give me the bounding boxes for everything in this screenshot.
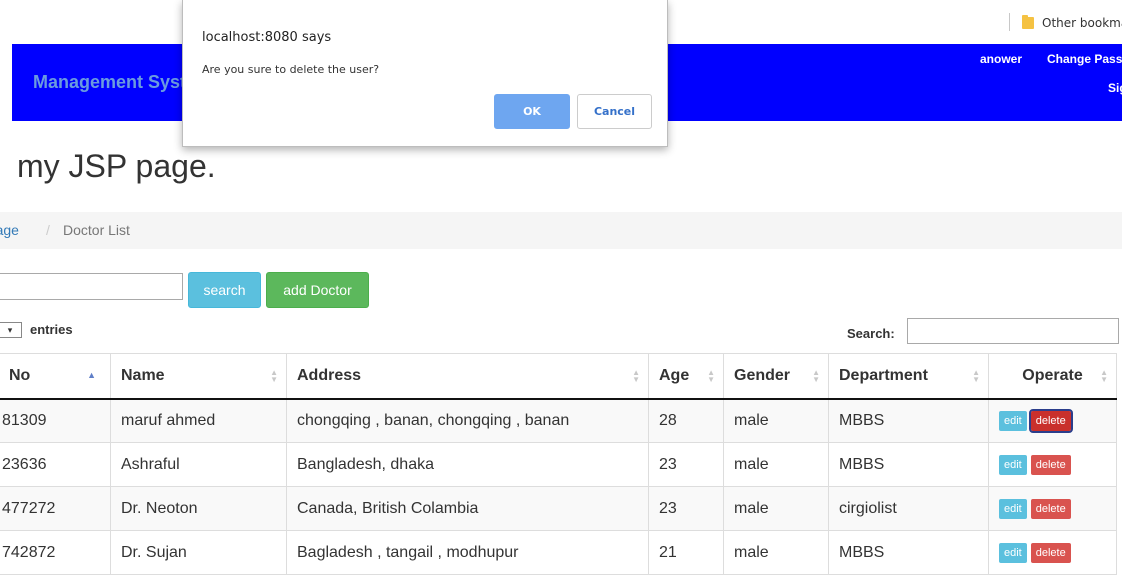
sort-icon: ▲ ▼ (632, 368, 640, 384)
cell-name: maruf ahmed (110, 398, 287, 443)
edit-button[interactable]: edit (999, 542, 1027, 563)
search-button[interactable]: search (188, 272, 261, 308)
cell-no: 477272 (0, 486, 111, 531)
dialog-cancel-button[interactable]: Cancel (577, 94, 652, 129)
add-doctor-button[interactable]: add Doctor (266, 272, 369, 308)
cell-address: Bangladesh, dhaka (286, 442, 649, 487)
table-row: 81309 maruf ahmed chongqing , banan, cho… (0, 398, 1117, 443)
dialog-ok-button[interactable]: OK (494, 94, 570, 129)
dialog-title: localhost:8080 says (202, 30, 332, 45)
breadcrumb-current: Doctor List (63, 222, 130, 238)
column-header-age[interactable]: Age ▲ ▼ (648, 353, 724, 400)
cell-operate: edit delete (988, 530, 1117, 575)
column-header-no[interactable]: No ▲ (0, 353, 111, 400)
confirm-dialog: localhost:8080 says Are you sure to dele… (182, 0, 668, 147)
folder-icon (1022, 15, 1034, 29)
bookmark-other[interactable]: Other bookmarks (1022, 15, 1122, 30)
cell-name: Ashraful (110, 442, 287, 487)
sort-icon: ▲ ▼ (972, 368, 980, 384)
nav-change-password[interactable]: Change Password (1047, 52, 1122, 66)
cell-operate: edit delete (988, 442, 1117, 487)
breadcrumb-home-link[interactable]: Home Page (0, 222, 19, 238)
cell-address: Canada, British Colambia (286, 486, 649, 531)
cell-age: 23 (648, 486, 724, 531)
sort-asc-icon: ▲ (87, 370, 96, 380)
cell-age: 23 (648, 442, 724, 487)
delete-button[interactable]: delete (1030, 542, 1071, 563)
cell-no: 81309 (0, 398, 111, 443)
doctor-table: No ▲ Name ▲ ▼ Address ▲ ▼ Age ▲ ▼ Gender ▲ ▼ Depa… (0, 353, 1117, 575)
edit-button[interactable]: edit (999, 498, 1027, 519)
dialog-message: Are you sure to delete the user? (202, 63, 380, 76)
column-header-department[interactable]: Department ▲ ▼ (828, 353, 989, 400)
column-header-name[interactable]: Name ▲ ▼ (110, 353, 287, 400)
cell-gender: male (723, 530, 829, 575)
cell-gender: male (723, 442, 829, 487)
entries-length-select[interactable]: ▾ (0, 322, 22, 338)
cell-gender: male (723, 398, 829, 443)
page-title: my JSP page. (17, 148, 216, 184)
bookmarks-separator (1009, 13, 1010, 31)
cell-department: MBBS (828, 530, 989, 575)
breadcrumb: Home Page / Doctor List (0, 212, 1122, 249)
nav-username[interactable]: anower (980, 52, 1022, 66)
column-header-gender[interactable]: Gender ▲ ▼ (723, 353, 829, 400)
doctor-search-input[interactable] (0, 273, 183, 300)
edit-button[interactable]: edit (999, 454, 1027, 475)
cell-operate: edit delete (988, 486, 1117, 531)
delete-button[interactable]: delete (1030, 498, 1071, 519)
edit-button[interactable]: edit (999, 410, 1027, 431)
sort-icon: ▲ ▼ (812, 368, 820, 384)
cell-no: 23636 (0, 442, 111, 487)
cell-department: cirgiolist (828, 486, 989, 531)
column-header-operate[interactable]: Operate ▲ ▼ (988, 353, 1117, 400)
nav-sign-out[interactable]: Sign out (1108, 81, 1122, 95)
table-row: 23636 Ashraful Bangladesh, dhaka 23 male… (0, 442, 1117, 487)
cell-gender: male (723, 486, 829, 531)
cell-address: chongqing , banan, chongqing , banan (286, 398, 649, 443)
table-row: 477272 Dr. Neoton Canada, British Colamb… (0, 486, 1117, 531)
bookmark-other-label: Other bookmarks (1042, 16, 1122, 30)
table-search-label: Search: (847, 326, 895, 341)
table-search-input[interactable] (907, 318, 1119, 344)
cell-age: 21 (648, 530, 724, 575)
cell-address: Bagladesh , tangail , modhupur (286, 530, 649, 575)
table-row: 742872 Dr. Sujan Bagladesh , tangail , m… (0, 530, 1117, 575)
sort-icon: ▲ ▼ (1100, 368, 1108, 384)
cell-department: MBBS (828, 398, 989, 443)
cell-name: Dr. Neoton (110, 486, 287, 531)
cell-department: MBBS (828, 442, 989, 487)
cell-name: Dr. Sujan (110, 530, 287, 575)
table-header-row: No ▲ Name ▲ ▼ Address ▲ ▼ Age ▲ ▼ Gender ▲ ▼ Depa… (0, 353, 1117, 400)
cell-no: 742872 (0, 530, 111, 575)
sort-icon: ▲ ▼ (707, 368, 715, 384)
breadcrumb-separator: / (46, 222, 50, 238)
entries-label: entries (30, 322, 73, 337)
cell-operate: edit delete (988, 398, 1117, 443)
cell-age: 28 (648, 398, 724, 443)
delete-button[interactable]: delete (1028, 408, 1073, 433)
sort-icon: ▲ ▼ (270, 368, 278, 384)
delete-button[interactable]: delete (1030, 454, 1071, 475)
column-header-address[interactable]: Address ▲ ▼ (286, 353, 649, 400)
